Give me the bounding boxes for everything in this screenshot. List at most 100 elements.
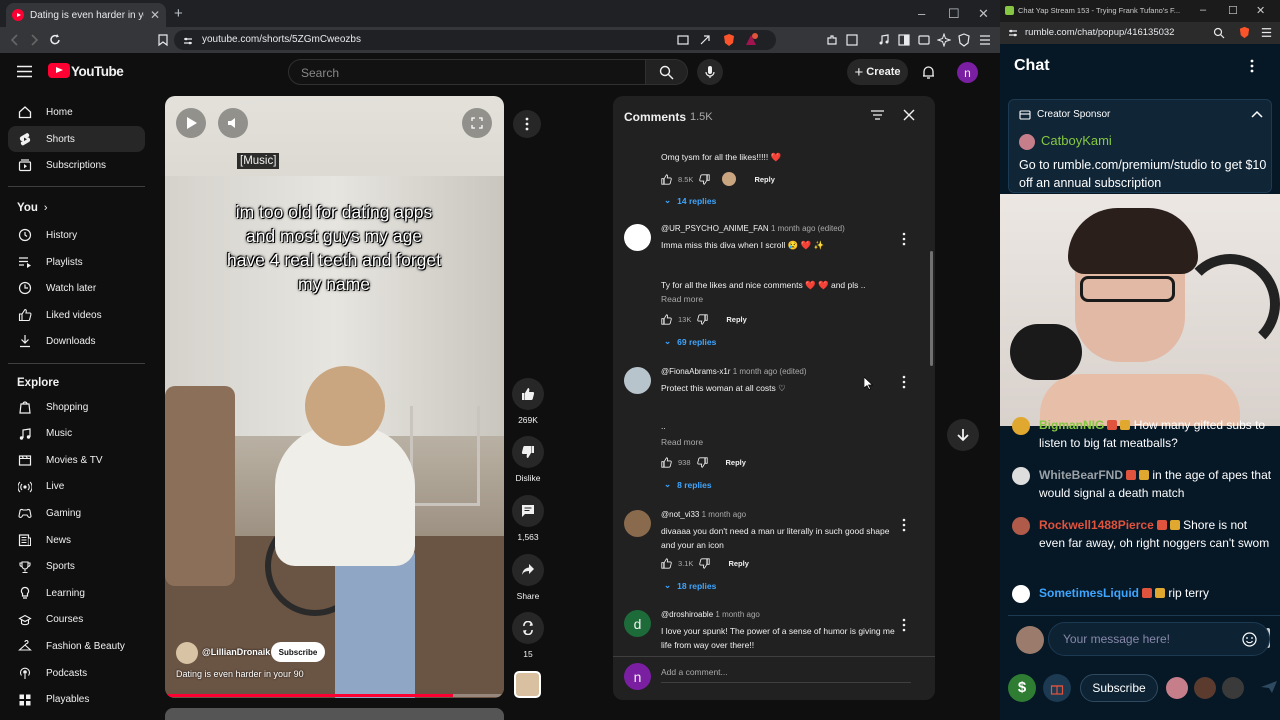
sidebar-item-music[interactable]: Music <box>8 421 145 447</box>
minimize-icon[interactable]: – <box>1200 4 1206 16</box>
voice-search-button[interactable] <box>697 59 723 85</box>
gift-icon[interactable] <box>1043 674 1071 702</box>
collapse-chevron-icon[interactable] <box>1251 110 1263 118</box>
view-replies-button[interactable]: ⌄ 18 replies <box>664 580 716 591</box>
chat-message-input[interactable]: Your message here! <box>1048 622 1270 656</box>
thumbs-up-icon[interactable] <box>661 558 672 569</box>
brave-shield-icon[interactable] <box>722 33 736 47</box>
bookmark-icon[interactable] <box>156 33 170 47</box>
chat-user-avatar[interactable] <box>1012 417 1030 435</box>
reply-button[interactable]: Reply <box>726 458 746 467</box>
thumbs-down-icon[interactable] <box>697 314 709 325</box>
notifications-bell-icon[interactable] <box>921 65 936 80</box>
fullscreen-button[interactable] <box>462 108 492 138</box>
comments-scrollbar[interactable] <box>930 251 933 366</box>
sidebar-item-gaming[interactable]: Gaming <box>8 500 145 526</box>
sidebar-item-downloads[interactable]: Downloads <box>8 328 145 354</box>
channel-avatar[interactable] <box>176 642 198 664</box>
leo-ai-icon[interactable] <box>937 33 951 47</box>
rewards-icon[interactable] <box>744 33 758 47</box>
wallet-icon[interactable] <box>917 33 931 47</box>
sidebar-item-courses[interactable]: Courses <box>8 607 145 633</box>
site-settings-icon[interactable] <box>1008 28 1018 38</box>
view-replies-button[interactable]: ⌄ 14 replies <box>664 195 716 206</box>
view-replies-button[interactable]: ⌄ 69 replies <box>664 336 716 347</box>
commenter-avatar[interactable] <box>624 224 651 251</box>
extensions-icon[interactable] <box>825 33 839 47</box>
commenter-avatar[interactable] <box>624 510 651 537</box>
thumbs-up-icon[interactable] <box>661 173 672 185</box>
remix-button[interactable] <box>512 612 544 644</box>
sidebar-item-home[interactable]: Home <box>8 99 145 125</box>
remix-action[interactable]: 15 <box>510 612 546 659</box>
reply-button[interactable]: Reply <box>726 315 746 324</box>
sidebar-item-watch-later[interactable]: Watch later <box>8 275 145 301</box>
share-action[interactable]: Share <box>510 554 546 601</box>
channel-name[interactable]: @LillianDronaik <box>202 647 270 657</box>
cast-icon[interactable] <box>676 33 690 47</box>
more-options-button[interactable] <box>513 110 541 138</box>
view-replies-button[interactable]: ⌄ 8 replies <box>664 479 712 490</box>
comment-author-line[interactable]: @droshiroable 1 month ago <box>661 610 760 619</box>
next-short-preview[interactable] <box>165 708 504 720</box>
thumbs-down-icon[interactable] <box>699 173 711 185</box>
close-window-icon[interactable]: ✕ <box>1256 4 1265 17</box>
sidebar-item-live[interactable]: Live <box>8 474 145 500</box>
browser-menu-icon[interactable] <box>978 33 992 47</box>
close-comments-icon[interactable] <box>903 109 915 121</box>
comment-more-icon[interactable] <box>901 232 907 246</box>
comments-button[interactable] <box>512 495 544 527</box>
emote-pig-icon[interactable] <box>1166 677 1188 699</box>
thumbs-down-icon[interactable] <box>699 558 711 569</box>
sidebar-item-playables[interactable]: Playables <box>8 687 145 713</box>
youtube-logo-icon[interactable] <box>48 63 70 78</box>
hamburger-menu-icon[interactable] <box>17 65 32 78</box>
share-button[interactable] <box>512 554 544 586</box>
emote-face-icon[interactable] <box>1194 677 1216 699</box>
forward-icon[interactable] <box>27 33 41 47</box>
comment-more-icon[interactable] <box>901 618 907 632</box>
tip-dollar-icon[interactable]: $ <box>1008 674 1036 702</box>
sidebar-item-movies[interactable]: Movies & TV <box>8 447 145 473</box>
send-arrow-icon[interactable] <box>1260 680 1278 694</box>
comment-more-icon[interactable] <box>901 518 907 532</box>
emoji-icon[interactable] <box>1242 632 1257 647</box>
sidebar-item-learning[interactable]: Learning <box>8 580 145 606</box>
chat-username[interactable]: WhiteBearFND <box>1039 468 1123 482</box>
play-button[interactable] <box>176 108 206 138</box>
chat-username[interactable]: Rockwell1488Pierce <box>1039 518 1154 532</box>
sidebar-you-header[interactable]: You › <box>17 202 48 214</box>
sidebar-item-shorts[interactable]: Shorts <box>8 126 145 152</box>
sidebar-item-playlists[interactable]: Playlists <box>8 249 145 275</box>
reload-icon[interactable] <box>48 33 62 47</box>
share-icon[interactable] <box>698 33 712 47</box>
sound-thumbnail[interactable] <box>514 671 541 698</box>
add-comment-input[interactable]: Add a comment... <box>661 667 911 683</box>
commenter-avatar[interactable] <box>624 367 651 394</box>
sidebar-item-shopping[interactable]: Shopping <box>8 394 145 420</box>
thumbs-down-icon[interactable] <box>696 457 708 468</box>
sidebar-item-history[interactable]: History <box>8 222 145 248</box>
rumble-subscribe-button[interactable]: Subscribe <box>1080 674 1158 702</box>
thumbs-up-icon[interactable] <box>661 314 672 325</box>
video-title[interactable]: Dating is even harder in your 90 <box>176 669 304 679</box>
new-tab-icon[interactable]: + <box>174 5 183 22</box>
comment-author-line[interactable]: @FionaAbrams-x1r 1 month ago (edited) <box>661 367 807 376</box>
search-button[interactable] <box>646 59 688 85</box>
sidebar-item-liked-videos[interactable]: Liked videos <box>8 302 145 328</box>
video-progress-bar[interactable] <box>165 694 504 697</box>
account-avatar[interactable]: n <box>957 62 978 83</box>
search-input[interactable]: Search <box>288 59 646 85</box>
zoom-icon[interactable] <box>1213 27 1225 39</box>
back-icon[interactable] <box>8 33 22 47</box>
next-short-button[interactable] <box>947 419 979 451</box>
vpn-icon[interactable] <box>957 33 971 47</box>
rumble-url[interactable]: rumble.com/chat/popup/416135032 <box>1025 27 1174 38</box>
reply-button[interactable]: Reply <box>754 175 774 184</box>
chat-user-avatar[interactable] <box>1012 467 1030 485</box>
sidebar-item-podcasts[interactable]: Podcasts <box>8 660 145 686</box>
maximize-icon[interactable]: ☐ <box>948 6 960 22</box>
reply-button[interactable]: Reply <box>728 559 748 568</box>
like-button[interactable] <box>512 378 544 410</box>
youtube-logo-text[interactable]: YouTube <box>71 64 124 79</box>
